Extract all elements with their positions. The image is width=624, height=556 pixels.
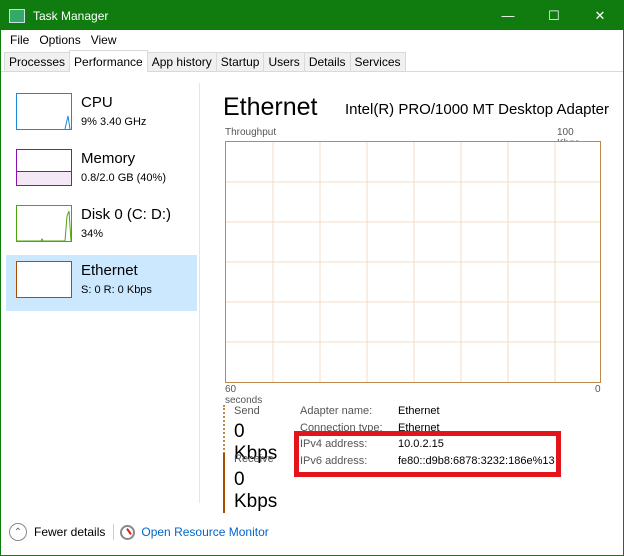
menu-view[interactable]: View [86, 33, 122, 47]
minimize-icon[interactable]: — [485, 1, 531, 30]
resource-monitor-icon [120, 524, 136, 540]
tab-startup[interactable]: Startup [215, 52, 265, 71]
throughput-label: Throughput [225, 127, 277, 138]
detail-key: Adapter name: [300, 405, 373, 417]
tab-details[interactable]: Details [303, 52, 351, 71]
receive-stat: Receive 0 Kbps [223, 453, 277, 513]
memory-thumbnail-graph [16, 149, 72, 186]
tab-services[interactable]: Services [349, 52, 406, 71]
tab-performance[interactable]: Performance [69, 50, 148, 72]
disk-thumbnail-graph [16, 205, 72, 242]
throughput-graph [225, 141, 601, 383]
tab-processes[interactable]: Processes [4, 52, 71, 71]
sidebar-item-label: Disk 0 (C: D:) [81, 206, 171, 223]
time-span-label: 60 seconds [225, 384, 263, 406]
fewer-details-link[interactable]: Fewer details [34, 525, 105, 539]
sidebar-item-value: S: 0 R: 0 Kbps [81, 284, 152, 296]
title-bar: Task Manager — ☐ ✕ [1, 1, 623, 30]
task-manager-icon [9, 8, 25, 23]
menu-options[interactable]: Options [34, 33, 85, 47]
receive-label: Receive [234, 453, 274, 465]
sidebar-item-ethernet[interactable]: Ethernet S: 0 R: 0 Kbps [6, 255, 197, 311]
open-resource-monitor-link[interactable]: Open Resource Monitor [141, 525, 268, 539]
send-label: Send [234, 405, 260, 417]
detail-value: Ethernet [398, 405, 440, 417]
window-title: Task Manager [33, 8, 109, 23]
sidebar-item-cpu[interactable]: CPU 9% 3.40 GHz [6, 87, 197, 143]
resource-sidebar: CPU 9% 3.40 GHz Memory 0.8/2.0 GB (40%) … [2, 83, 200, 503]
maximize-icon[interactable]: ☐ [531, 1, 577, 30]
sidebar-item-value: 9% 3.40 GHz [81, 116, 147, 128]
sidebar-item-disk[interactable]: Disk 0 (C: D:) 34% [6, 199, 197, 255]
sidebar-item-value: 0.8/2.0 GB (40%) [81, 172, 166, 184]
task-manager-window: Task Manager — ☐ ✕ File Options View Pro… [0, 0, 624, 556]
tab-app-history[interactable]: App history [146, 52, 217, 71]
menu-bar: File Options View [1, 30, 623, 50]
divider [113, 524, 115, 540]
sidebar-item-label: Ethernet [81, 262, 138, 279]
sidebar-item-label: Memory [81, 150, 136, 167]
highlight-box [294, 431, 561, 477]
min-label: 0 [595, 384, 601, 395]
page-title: Ethernet [223, 93, 318, 121]
cpu-thumbnail-graph [16, 93, 72, 130]
sidebar-item-value: 34% [81, 228, 104, 240]
menu-file[interactable]: File [5, 33, 34, 47]
chevron-up-icon[interactable]: ⌃ [9, 523, 27, 541]
tab-users[interactable]: Users [263, 52, 305, 71]
close-icon[interactable]: ✕ [577, 1, 623, 30]
sidebar-item-label: CPU [81, 94, 113, 111]
tab-bar: Processes Performance App history Startu… [1, 50, 623, 72]
adapter-name: Intel(R) PRO/1000 MT Desktop Adapter [345, 101, 610, 118]
footer: ⌃ Fewer details Open Resource Monitor [9, 523, 269, 541]
ethernet-thumbnail-graph [16, 261, 72, 298]
receive-value: 0 Kbps [234, 469, 278, 512]
graph-grid [226, 142, 600, 382]
sidebar-item-memory[interactable]: Memory 0.8/2.0 GB (40%) [6, 143, 197, 199]
